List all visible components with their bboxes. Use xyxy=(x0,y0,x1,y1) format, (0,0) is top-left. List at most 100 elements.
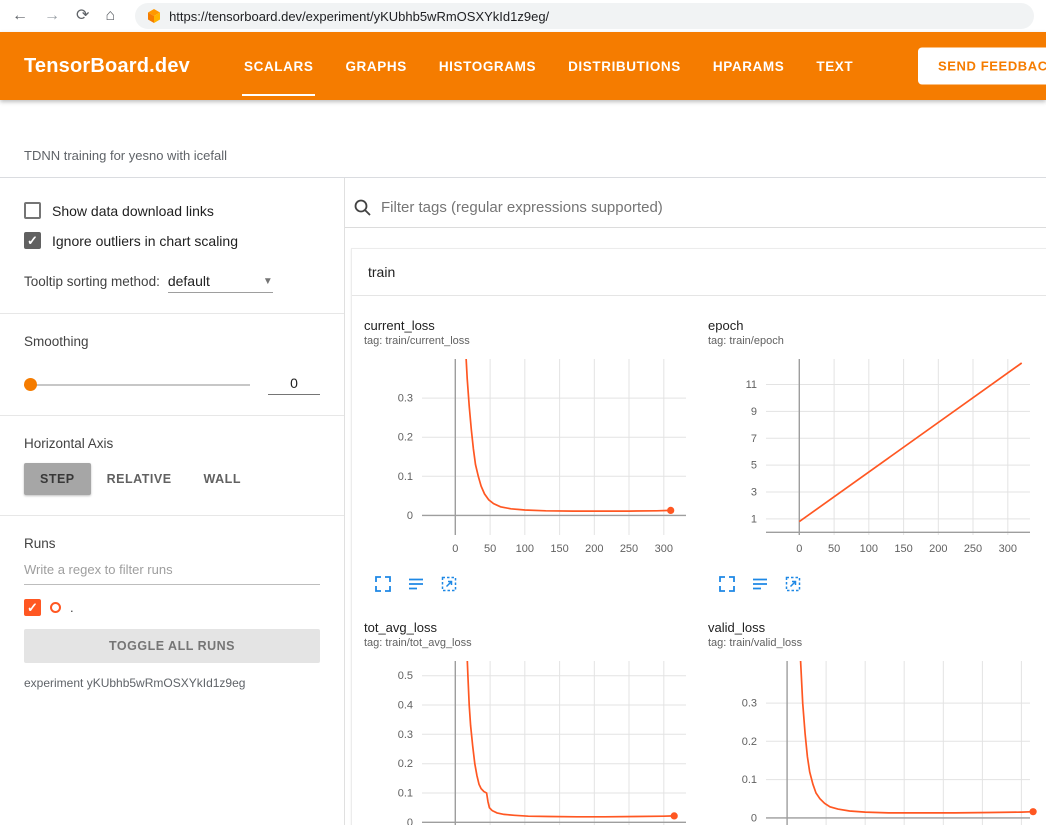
svg-text:5: 5 xyxy=(751,460,757,472)
svg-text:250: 250 xyxy=(620,543,638,555)
tensorboard-logo[interactable]: TensorBoard.dev xyxy=(24,55,190,78)
horizontal-axis-label: Horizontal Axis xyxy=(24,436,320,451)
browser-window: ← → ⟳ ⌂ TensorBoard.dev SCALARS GRAPHS H… xyxy=(0,0,1046,825)
line-chart-epoch[interactable]: 1357911050100150200250300 xyxy=(704,351,1040,570)
smoothing-slider-row: 0 xyxy=(24,375,320,395)
chart-title: current_loss xyxy=(364,318,696,333)
svg-text:0.2: 0.2 xyxy=(398,432,413,444)
train-section-header[interactable]: train xyxy=(352,249,1046,296)
run-list-item[interactable]: . xyxy=(24,599,320,616)
charts-grid: current_loss tag: train/current_loss 0 0.… xyxy=(352,296,1046,825)
svg-text:100: 100 xyxy=(860,543,878,555)
axis-wall-button[interactable]: WALL xyxy=(188,463,257,495)
svg-text:50: 50 xyxy=(828,543,840,555)
svg-text:9: 9 xyxy=(751,406,757,418)
svg-text:0.3: 0.3 xyxy=(398,729,413,741)
divider xyxy=(0,313,344,314)
svg-text:100: 100 xyxy=(516,543,534,555)
tab-hparams[interactable]: HPARAMS xyxy=(697,32,800,100)
browser-toolbar: ← → ⟳ ⌂ xyxy=(0,0,1046,32)
tab-scalars[interactable]: SCALARS xyxy=(228,32,329,100)
y-axis-scale-icon[interactable] xyxy=(407,575,425,598)
back-icon[interactable]: ← xyxy=(12,8,28,24)
checkbox-unchecked-icon[interactable] xyxy=(24,202,41,219)
svg-text:200: 200 xyxy=(585,543,603,555)
chart-card-current-loss: current_loss tag: train/current_loss 0 0.… xyxy=(360,318,696,598)
tag-filter-input[interactable] xyxy=(381,199,1046,216)
fit-domain-icon[interactable] xyxy=(784,575,802,598)
y-axis-scale-icon[interactable] xyxy=(751,575,769,598)
svg-text:50: 50 xyxy=(484,543,496,555)
svg-text:0.1: 0.1 xyxy=(742,774,757,786)
fit-domain-icon[interactable] xyxy=(440,575,458,598)
checkbox-label: Ignore outliers in chart scaling xyxy=(52,233,238,249)
run-name: . xyxy=(70,600,74,615)
svg-text:0: 0 xyxy=(796,543,802,555)
send-feedback-button[interactable]: SEND FEEDBACK xyxy=(918,48,1046,85)
chart-card-epoch: epoch tag: train/epoch 13579110501001502… xyxy=(704,318,1040,598)
toggle-all-runs-button[interactable]: TOGGLE ALL RUNS xyxy=(24,629,320,663)
tab-distributions[interactable]: DISTRIBUTIONS xyxy=(552,32,697,100)
svg-text:0.3: 0.3 xyxy=(398,393,413,405)
search-icon xyxy=(353,198,372,217)
svg-text:200: 200 xyxy=(929,543,947,555)
svg-text:11: 11 xyxy=(746,379,757,391)
svg-text:300: 300 xyxy=(999,543,1017,555)
refresh-icon[interactable]: ⟳ xyxy=(76,8,89,24)
tab-graphs[interactable]: GRAPHS xyxy=(329,32,422,100)
line-chart-current-loss[interactable]: 00.10.20.3050100150200250300 xyxy=(360,351,696,570)
ignore-outliers-checkbox-row[interactable]: Ignore outliers in chart scaling xyxy=(24,232,320,249)
train-section-card: train current_loss tag: train/current_lo… xyxy=(351,248,1046,825)
chart-tag: tag: train/valid_loss xyxy=(708,637,1040,649)
chart-card-valid-loss: valid_loss tag: train/valid_loss 00.10.2… xyxy=(704,620,1040,825)
smoothing-value-input[interactable]: 0 xyxy=(268,375,320,395)
smoothing-label: Smoothing xyxy=(24,334,320,349)
svg-text:0.2: 0.2 xyxy=(742,736,757,748)
svg-text:7: 7 xyxy=(751,433,757,445)
tag-filter-row xyxy=(345,178,1046,228)
address-bar[interactable] xyxy=(135,3,1034,29)
svg-text:0.5: 0.5 xyxy=(398,670,413,682)
chart-toolbar xyxy=(374,575,696,598)
chart-tag: tag: train/epoch xyxy=(708,335,1040,347)
run-color-swatch-icon xyxy=(50,602,61,613)
show-download-links-checkbox-row[interactable]: Show data download links xyxy=(24,202,320,219)
axis-step-button[interactable]: STEP xyxy=(24,463,91,495)
forward-icon[interactable]: → xyxy=(44,8,60,24)
svg-text:0.3: 0.3 xyxy=(742,698,757,710)
tooltip-sorting-select[interactable]: default ▼ xyxy=(168,273,273,293)
fullscreen-icon[interactable] xyxy=(718,575,736,598)
experiment-strip: TDNN training for yesno with icefall xyxy=(0,100,1046,178)
slider-thumb[interactable] xyxy=(24,378,37,391)
chevron-down-icon: ▼ xyxy=(263,276,273,287)
run-checkbox-checked-icon[interactable] xyxy=(24,599,41,616)
nav-tabs: SCALARS GRAPHS HISTOGRAMS DISTRIBUTIONS … xyxy=(228,32,869,100)
experiment-title: TDNN training for yesno with icefall xyxy=(24,148,227,163)
axis-relative-button[interactable]: RELATIVE xyxy=(91,463,188,495)
url-input[interactable] xyxy=(169,9,1022,24)
chart-card-tot-avg-loss: tot_avg_loss tag: train/tot_avg_loss 00.… xyxy=(360,620,696,825)
svg-text:0.2: 0.2 xyxy=(398,758,413,770)
home-icon[interactable]: ⌂ xyxy=(105,8,115,24)
chart-toolbar xyxy=(718,575,1040,598)
svg-text:0: 0 xyxy=(751,812,757,824)
svg-text:3: 3 xyxy=(751,487,757,499)
smoothing-slider[interactable] xyxy=(24,384,250,386)
selected-value: default xyxy=(168,273,210,289)
checkbox-checked-icon[interactable] xyxy=(24,232,41,249)
tooltip-sorting-label: Tooltip sorting method: xyxy=(24,274,160,289)
checkbox-label: Show data download links xyxy=(52,203,214,219)
fullscreen-icon[interactable] xyxy=(374,575,392,598)
line-chart-valid-loss[interactable]: 00.10.20.350100150200250300 xyxy=(704,653,1040,825)
svg-text:0: 0 xyxy=(407,817,413,825)
divider xyxy=(0,515,344,516)
tab-histograms[interactable]: HISTOGRAMS xyxy=(423,32,552,100)
line-chart-tot-avg-loss[interactable]: 00.10.20.30.40.5050100150200250300 xyxy=(360,653,696,825)
svg-text:1: 1 xyxy=(751,513,757,525)
tooltip-sorting-row: Tooltip sorting method: default ▼ xyxy=(24,273,320,293)
runs-filter-input[interactable] xyxy=(24,553,320,585)
settings-sidebar: Show data download links Ignore outliers… xyxy=(0,178,345,825)
tab-text[interactable]: TEXT xyxy=(800,32,869,100)
chart-tag: tag: train/current_loss xyxy=(364,335,696,347)
svg-text:0: 0 xyxy=(452,543,458,555)
